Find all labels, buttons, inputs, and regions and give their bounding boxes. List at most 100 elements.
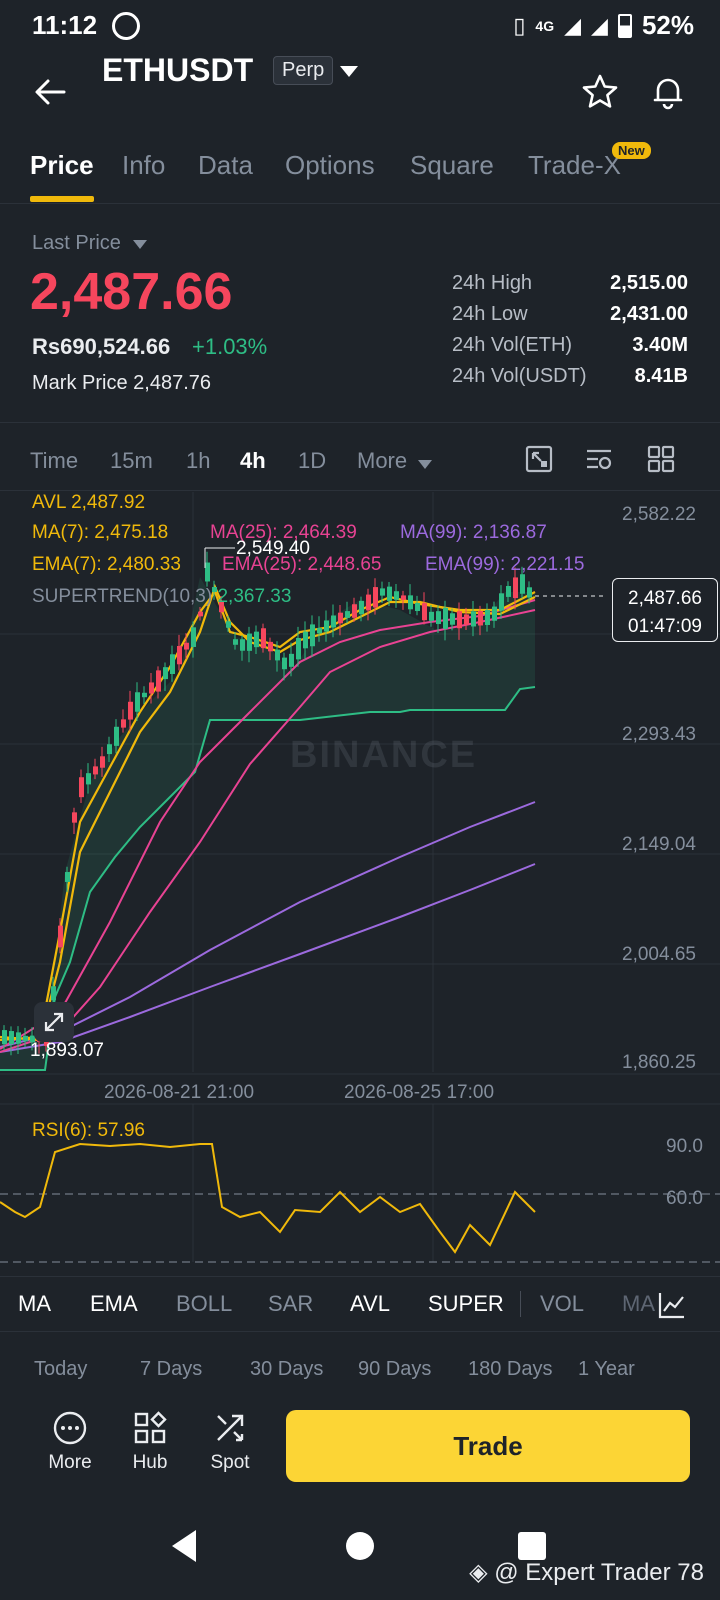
x-axis-label: 2026-08-25 17:00: [344, 1082, 495, 1103]
candle-body: [422, 603, 427, 621]
hub-button[interactable]: Hub: [115, 1410, 185, 1474]
y-axis-label: 1,860.25: [622, 1052, 696, 1073]
candle-body: [226, 621, 231, 628]
signal-icon-2: ◢: [591, 12, 608, 38]
timeframe-4h[interactable]: 4h: [240, 448, 266, 474]
indicator-ema[interactable]: EMA: [90, 1291, 138, 1317]
range-90-days[interactable]: 90 Days: [358, 1358, 431, 1381]
indicator-super[interactable]: SUPER: [428, 1291, 504, 1317]
supertrend-legend: SUPERTREND(10,3) 2,367.33: [32, 586, 291, 608]
chart-settings-icon[interactable]: [584, 444, 614, 474]
nav-home-icon[interactable]: [344, 1530, 376, 1562]
back-arrow-icon[interactable]: [30, 72, 70, 112]
indicator-ma[interactable]: MA: [18, 1291, 51, 1317]
ma99-legend: MA(99): 2,136.87: [400, 522, 547, 543]
pair-title[interactable]: ETHUSDT: [102, 52, 253, 89]
candle-body: [177, 646, 182, 665]
indicator-ma-sub[interactable]: MA: [622, 1291, 655, 1317]
candle-body: [142, 692, 147, 698]
indicator-settings-icon[interactable]: [656, 1289, 688, 1321]
pair-dropdown-icon[interactable]: [340, 66, 358, 77]
tab-trade-x[interactable]: Trade-X: [528, 150, 621, 181]
fullscreen-button[interactable]: [34, 1002, 74, 1042]
rsi-axis-label: 60.0: [666, 1188, 703, 1209]
y-axis-label: 2,293.43: [622, 724, 696, 745]
candle-body: [149, 682, 154, 694]
candle-body: [478, 610, 483, 626]
timeframe-1h[interactable]: 1h: [186, 448, 210, 474]
range-180-days[interactable]: 180 Days: [468, 1358, 553, 1381]
vibrate-icon: ▯: [513, 12, 526, 38]
nav-back-icon[interactable]: [168, 1528, 200, 1564]
stat-value: 8.41B: [634, 365, 688, 387]
main-tabs: Price Info Data Options Square Trade-X N…: [0, 132, 720, 204]
ema99-legend: EMA(99): 2,221.15: [425, 554, 585, 575]
tab-price[interactable]: Price: [30, 150, 94, 181]
range-30-days[interactable]: 30 Days: [250, 1358, 323, 1381]
stat-row: 24h High 2,515.00: [452, 272, 688, 303]
timeframe-time[interactable]: Time: [30, 448, 78, 474]
candle-body: [394, 591, 399, 600]
candle-body: [51, 986, 56, 1001]
hub-label: Hub: [132, 1452, 168, 1473]
candle-body: [366, 594, 371, 611]
chart-expand-icon[interactable]: [524, 444, 554, 474]
battery-percent: 52%: [641, 10, 694, 40]
timeframe-more[interactable]: More: [357, 448, 407, 474]
range-today[interactable]: Today: [34, 1358, 87, 1381]
layout-grid-icon[interactable]: [646, 444, 676, 474]
stat-label: 24h Vol(USDT): [452, 365, 587, 387]
candle-body: [16, 1032, 21, 1044]
range-7-days[interactable]: 7 Days: [140, 1358, 202, 1381]
stats-panel: 24h High 2,515.00 24h Low 2,431.00 24h Vol…: [452, 272, 688, 396]
candle-body: [23, 1035, 28, 1042]
supertrend-value: 2,367.33: [217, 586, 292, 607]
last-price-dropdown-icon[interactable]: [133, 240, 147, 249]
tab-info[interactable]: Info: [122, 150, 165, 181]
candles-group: [2, 551, 532, 1056]
stat-label: 24h Vol(ETH): [452, 334, 573, 356]
timeframe-15m[interactable]: 15m: [110, 448, 153, 474]
mark-price: Mark Price 2,487.76: [32, 372, 211, 395]
candle-body: [9, 1031, 14, 1045]
more-dropdown-icon[interactable]: [418, 460, 432, 469]
timeframe-1d[interactable]: 1D: [298, 448, 326, 474]
indicator-boll[interactable]: BOLL: [176, 1291, 232, 1317]
indicator-avl[interactable]: AVL: [350, 1291, 390, 1317]
spot-label: Spot: [210, 1452, 250, 1473]
favorite-star-icon[interactable]: [580, 72, 620, 112]
divider: [0, 490, 720, 491]
candle-body: [380, 588, 385, 596]
candle-body: [268, 641, 273, 652]
candle-body: [429, 611, 434, 621]
supertrend-label: SUPERTREND(10,3): [32, 586, 213, 607]
stat-row: 24h Vol(ETH) 3.40M: [452, 334, 688, 365]
indicator-bar: MA EMA BOLL SAR AVL SUPER VOL MA: [0, 1276, 720, 1332]
stat-label: 24h High: [452, 272, 533, 294]
indicator-sar[interactable]: SAR: [268, 1291, 313, 1317]
candle-body: [408, 595, 413, 610]
candlestick-chart[interactable]: BINANCE AVL 2,487.92 MA(7): 2,475.18 MA(…: [0, 492, 720, 1272]
stat-value: 2,515.00: [610, 272, 688, 294]
more-button[interactable]: More: [35, 1410, 105, 1474]
spot-button[interactable]: Spot: [195, 1410, 265, 1474]
tab-options[interactable]: Options: [285, 150, 375, 181]
trade-button[interactable]: Trade: [286, 1410, 690, 1482]
tab-square[interactable]: Square: [410, 150, 494, 181]
candle-body: [275, 649, 280, 661]
candle-body: [373, 587, 378, 608]
candle-body: [156, 670, 161, 692]
rsi-legend: RSI(6): 57.96: [32, 1120, 145, 1141]
price-inr: Rs690,524.66: [32, 334, 171, 359]
contract-badge: Perp: [273, 56, 334, 85]
ma7-legend: MA(7): 2,475.18: [32, 522, 169, 543]
last-price-label[interactable]: Last Price: [32, 232, 121, 255]
candle-body: [163, 667, 168, 680]
y-axis-label: 2,582.22: [622, 504, 696, 525]
candle-body: [121, 719, 126, 728]
candle-body: [72, 812, 77, 823]
range-1-year[interactable]: 1 Year: [578, 1358, 635, 1381]
indicator-vol[interactable]: VOL: [540, 1291, 584, 1317]
bell-icon[interactable]: [648, 72, 688, 112]
tab-data[interactable]: Data: [198, 150, 253, 181]
